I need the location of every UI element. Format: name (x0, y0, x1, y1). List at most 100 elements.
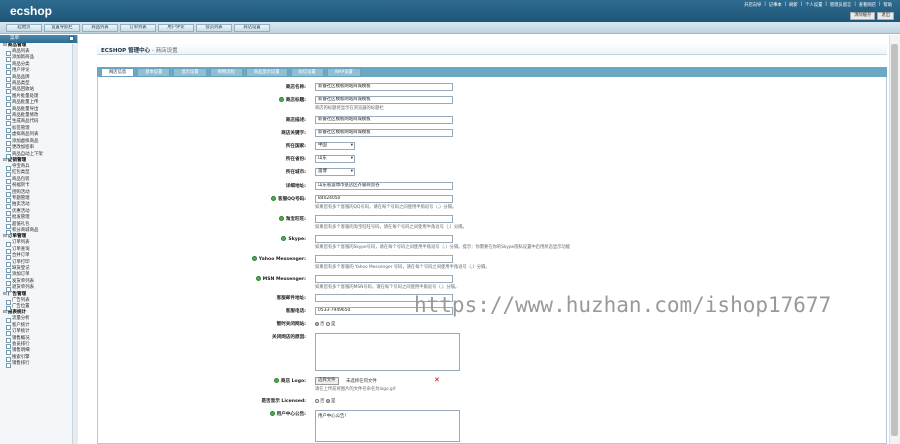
label-ym: Yahoo Messenger: (258, 257, 306, 262)
help-icon[interactable] (269, 411, 275, 416)
label-skype: Skype: (288, 237, 306, 242)
row-shop-keywords: 商店关键字: 新睿社区模板网站商城模板 (98, 129, 888, 137)
nav-set-navbar[interactable]: 设置导航栏 (44, 24, 80, 32)
separator: | (854, 2, 856, 7)
row-skype: Skype: 如果您有多个客服的Skype号码，请在每个号码之间使用半角逗号（,… (98, 235, 888, 250)
label-shop-title: 商店标题: (285, 98, 306, 103)
row-licensed: 是否显示 Licensed: 否 是 (98, 397, 888, 405)
sidebar-item[interactable]: 销售排行 (0, 361, 77, 369)
choose-file-button[interactable]: 选择文件 (315, 377, 339, 385)
row-qq: 客服QQ号码: 84024050 如果您有多个客服的QQ号码，请在每个号码之间使… (98, 195, 888, 210)
tab-shopping-flow[interactable]: 购物流程 (209, 68, 243, 77)
closed-no-radio[interactable] (315, 321, 319, 326)
closed-radio-group: 否 是 (315, 321, 335, 327)
top-links: 开店向导 | 记事本 | 刷新 | 个人设置 | 管理员留言 | 查看网店 | … (744, 2, 892, 8)
sidebar-item[interactable]: 积分商城商品 (0, 228, 77, 236)
separator: | (784, 2, 787, 7)
msn-input[interactable] (315, 275, 453, 283)
label-logo: 商店 Logo: (280, 379, 306, 384)
clear-cache-button[interactable]: 清除缓存 (850, 12, 876, 20)
sidebar-item[interactable]: 退货单列表 (0, 285, 77, 293)
tab-shop-info[interactable]: 网店信息 (101, 68, 135, 77)
sidebar-scrollbar[interactable] (72, 44, 78, 444)
row-msn: MSN Messenger: 如果您有多个客服的MSN号码，请在每个号码之间使用… (98, 275, 888, 290)
nav-shop-settings[interactable]: 商店设置 (234, 24, 270, 32)
link-wizard[interactable]: 开店向导 (744, 2, 761, 8)
close-comment-textarea[interactable] (315, 333, 460, 371)
label-licensed: 是否显示 Licensed: (261, 399, 306, 404)
licensed-yes-label: 是 (330, 399, 336, 404)
shop-name-input[interactable]: 新睿社区模板网站商城模板 (315, 83, 453, 91)
page-subtitle: - 商店设置 (150, 48, 178, 54)
tab-wap[interactable]: WAP设置 (326, 68, 361, 77)
help-icon[interactable] (251, 256, 257, 261)
help-icon[interactable] (273, 378, 279, 383)
closed-no-label: 否 (320, 322, 325, 327)
title-bar: ECSHOP 管理中心 - 商店设置 (97, 43, 887, 55)
ym-input[interactable] (315, 255, 453, 263)
delete-icon[interactable]: ✕ (434, 377, 440, 384)
ww-input[interactable] (315, 215, 453, 223)
sidebar-title: 菜单 (10, 36, 19, 41)
nav-order-list[interactable]: 订单列表 (120, 24, 156, 32)
label-address: 详细地址: (285, 184, 306, 189)
licensed-no-label: 否 (320, 399, 325, 404)
nav-members[interactable]: 会员列表 (196, 24, 232, 32)
link-refresh[interactable]: 刷新 (789, 2, 798, 8)
link-profile[interactable]: 个人设置 (805, 2, 822, 8)
shop-desc-input[interactable]: 新睿社区模板网站商城模板 (315, 116, 453, 124)
row-closed: 暂时关闭网站: 否 是 (98, 320, 888, 328)
scrollbar-thumb[interactable] (891, 44, 898, 436)
nav-home[interactable]: 起始页 (6, 24, 42, 32)
page-title: ECSHOP 管理中心 - 商店设置 (101, 46, 178, 54)
tab-display[interactable]: 显示设置 (173, 68, 207, 77)
tab-sms[interactable]: 短信设置 (290, 68, 324, 77)
help-icon[interactable] (278, 216, 284, 221)
closed-yes-radio[interactable] (325, 321, 330, 326)
logo-hint: 请在上传前将图片的文件名命名为logo.gif (315, 387, 396, 392)
help-icon[interactable] (278, 97, 284, 102)
shop-title-hint: 商店的标题将显示在浏览器的标题栏 (315, 106, 384, 111)
nav-comments[interactable]: 用户评论 (158, 24, 194, 32)
close-icon[interactable] (69, 36, 74, 41)
skype-hint: 如果您有多个客服的Skype号码，请在每个号码之间使用半角逗号（,）分隔。提示：… (315, 245, 571, 250)
qq-input[interactable]: 84024050 (315, 195, 453, 203)
tab-basic[interactable]: 基本设置 (137, 68, 171, 77)
link-help[interactable]: 帮助 (883, 2, 892, 8)
address-input[interactable]: 山东省淄博市张店区齐鲁商贸谷 (315, 182, 453, 190)
shop-keywords-input[interactable]: 新睿社区模板网站商城模板 (315, 129, 453, 137)
logout-button[interactable]: 退出 (877, 12, 894, 20)
licensed-no-radio[interactable] (315, 398, 319, 403)
help-icon[interactable] (270, 196, 276, 201)
link-notepad[interactable]: 记事本 (769, 2, 782, 8)
row-user-notice: 用户中心公告: 用户中心公告! (98, 410, 888, 442)
row-city: 所在城市: 淄博 (98, 168, 888, 176)
row-shop-title: 商店标题: 新睿社区模板网站商城模板 商店的标题将显示在浏览器的标题栏 (98, 96, 888, 111)
shop-title-input[interactable]: 新睿社区模板网站商城模板 (315, 96, 453, 104)
label-shop-name: 商店名称: (285, 85, 306, 90)
nav-goods-list[interactable]: 商品列表 (82, 24, 118, 32)
link-view-shop[interactable]: 查看网店 (859, 2, 876, 8)
province-select[interactable]: 山东 (315, 155, 355, 163)
top-header: ecshop 开店向导 | 记事本 | 刷新 | 个人设置 | 管理员留言 | … (0, 0, 900, 22)
separator: | (825, 2, 827, 7)
label-msn: MSN Messenger: (262, 277, 306, 282)
city-select[interactable]: 淄博 (315, 168, 355, 176)
row-address: 详细地址: 山东省淄博市张店区齐鲁商贸谷 (98, 182, 888, 190)
label-closed: 暂时关闭网站: (276, 322, 306, 327)
link-admin-message[interactable]: 管理员留言 (830, 2, 851, 8)
sidebar-item[interactable]: 商品自动上下架 (0, 152, 77, 159)
skype-input[interactable] (315, 235, 453, 243)
licensed-yes-radio[interactable] (325, 398, 330, 403)
tab-goods-display[interactable]: 商品显示设置 (245, 68, 288, 77)
label-close-comment: 关闭网店的原因: (272, 335, 306, 340)
ecshop-logo: ecshop (10, 4, 53, 18)
sidebar-item[interactable]: 广告位置 (0, 304, 77, 312)
help-icon[interactable] (281, 236, 287, 241)
row-ww: 淘宝旺旺: 如果您有多个客服的淘宝旺旺号码，请在每个号码之间使用半角逗号（,）分… (98, 215, 888, 230)
user-notice-textarea[interactable]: 用户中心公告! (315, 410, 460, 442)
label-city: 所在城市: (285, 170, 306, 175)
quick-nav: 起始页 设置导航栏 商品列表 订单列表 用户评论 会员列表 商店设置 (0, 22, 900, 34)
help-icon[interactable] (255, 276, 261, 281)
country-select[interactable]: 中国 (315, 142, 355, 150)
